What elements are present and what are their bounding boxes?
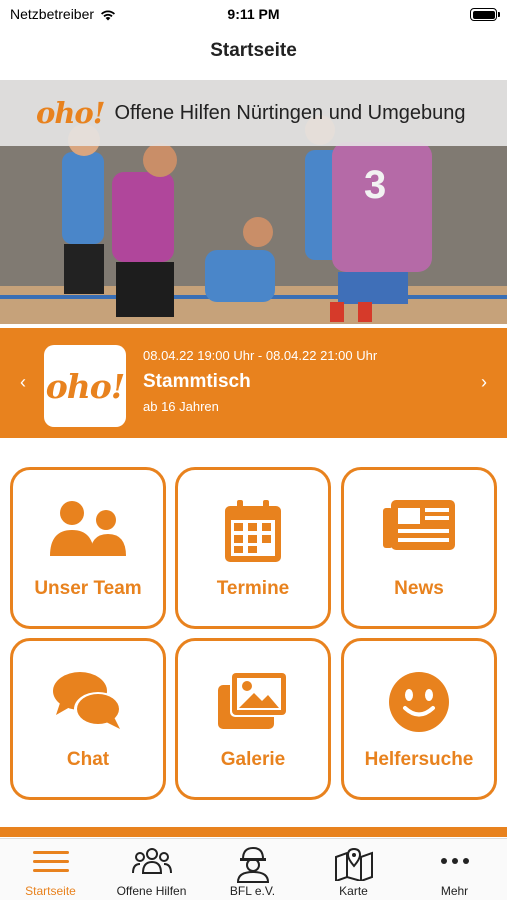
worker-icon [236,847,269,883]
tile-label: News [394,578,444,599]
hero-logo: oho! [36,96,105,130]
group-icon [131,848,172,874]
battery-icon [470,8,500,21]
svg-text:3: 3 [364,163,386,207]
tile-label: Chat [66,749,110,770]
tab-label: Startseite [25,884,76,898]
chevron-right-icon[interactable]: › [481,372,487,393]
tab-label: Mehr [440,884,469,898]
tile-termine[interactable]: Termine [175,467,331,629]
chat-icon [53,672,122,729]
menu-icon [32,851,69,872]
gallery-icon [218,671,288,729]
smiley-icon [389,672,449,732]
event-carousel[interactable]: ‹ oho! 08.04.22 19:00 Uhr - 08.04.22 21:… [0,328,507,438]
event-name: Stammtisch [143,371,251,392]
tab-bfl[interactable]: BFL e.V. [202,839,303,901]
map-icon [334,847,373,881]
tile-helfersuche[interactable]: Helfersuche [341,638,497,800]
event-age: ab 16 Jahren [143,399,219,414]
hero-title: Offene Hilfen Nürtingen und Umgebung [114,101,466,124]
team-icon [50,501,126,556]
tile-unser-team[interactable]: Unser Team [10,467,166,629]
tile-label: Galerie [220,749,286,770]
tab-offene-hilfen[interactable]: Offene Hilfen [101,839,202,901]
event-logo: oho! [44,345,126,427]
newspaper-icon [383,500,455,550]
tile-label: Helfersuche [364,749,474,770]
tile-galerie[interactable]: Galerie [175,638,331,800]
divider-bar [0,827,507,837]
hero-banner: oho! Offene Hilfen Nürtingen und Umgebun… [0,80,507,146]
tile-chat[interactable]: Chat [10,638,166,800]
tab-mehr[interactable]: Mehr [404,839,505,901]
tab-label: Karte [339,884,368,898]
hero-image: 3 oho! Offene Hilfen Nürtingen und Umgeb… [0,80,507,324]
more-icon [440,858,469,864]
tab-label: Offene Hilfen [116,884,187,898]
tab-label: BFL e.V. [229,884,276,898]
tile-news[interactable]: News [341,467,497,629]
chevron-left-icon[interactable]: ‹ [20,372,26,393]
tile-label: Termine [216,578,290,599]
event-logo-text: oho! [45,366,125,406]
tab-karte[interactable]: Karte [303,839,404,901]
tile-label: Unser Team [34,578,142,599]
page-title: Startseite [210,40,297,61]
event-date: 08.04.22 19:00 Uhr - 08.04.22 21:00 Uhr [143,348,378,363]
tab-startseite[interactable]: Startseite [0,839,101,901]
clock: 9:11 PM [227,6,280,22]
status-bar: Netzbetreiber 9:11 PM [0,0,507,30]
calendar-icon [225,500,281,562]
tab-bar: Startseite Offene Hilfen BFL e.V. Karte … [0,838,507,900]
